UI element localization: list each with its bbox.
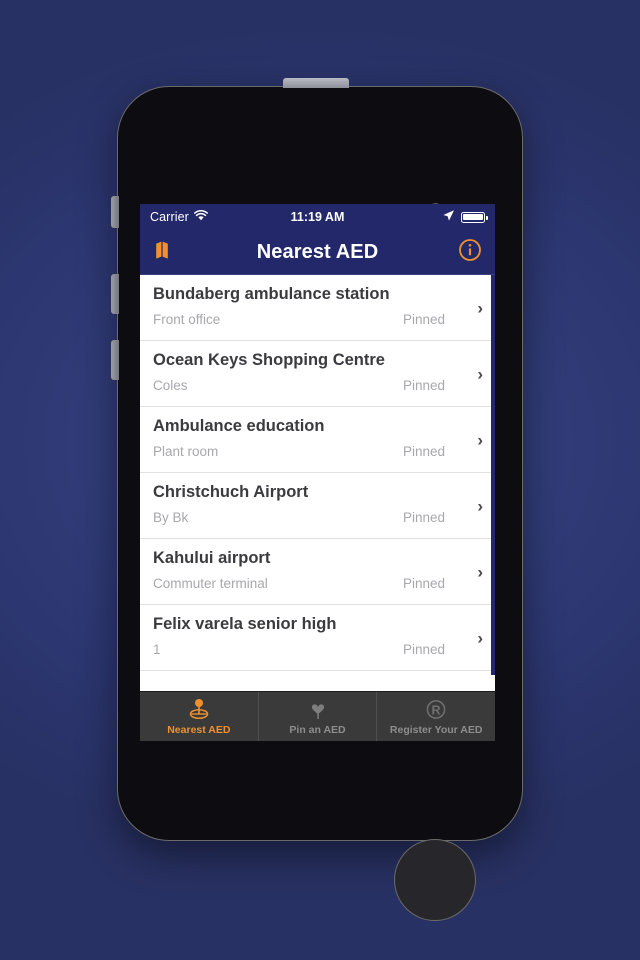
power-button[interactable]	[283, 78, 349, 88]
table-row[interactable]: Felix varela senior high 1 Pinned ›	[140, 605, 495, 671]
row-status: Pinned	[402, 642, 445, 657]
status-bar-right	[442, 209, 488, 225]
row-status: Pinned	[402, 576, 445, 591]
chevron-right-icon: ›	[477, 298, 483, 317]
svg-text:R: R	[432, 703, 441, 717]
location-arrow-icon	[442, 209, 455, 225]
table-row[interactable]: Ambulance education Plant room Pinned ›	[140, 407, 495, 473]
map-button[interactable]	[153, 239, 175, 266]
tab-bar: Nearest AED Pin an AED R Register Your A…	[140, 691, 495, 741]
volume-up-button[interactable]	[111, 274, 119, 314]
row-status: Pinned	[402, 510, 445, 525]
row-subtitle: 1	[153, 642, 161, 657]
status-bar-left: Carrier	[150, 210, 208, 224]
row-title: Kahului airport	[153, 549, 271, 567]
row-subtitle: Plant room	[153, 444, 219, 459]
tab-label: Register Your AED	[389, 723, 483, 736]
row-subtitle: Front office	[153, 312, 221, 327]
tab-register-your-aed[interactable]: R Register Your AED	[377, 692, 495, 741]
aed-list[interactable]: Bundaberg ambulance station Front office…	[140, 275, 495, 675]
row-title: Christchuch Airport	[153, 483, 309, 501]
table-row[interactable]: Kahului airport Commuter terminal Pinned…	[140, 539, 495, 605]
row-subline: By Bk Pinned	[153, 510, 465, 525]
registered-r-icon: R	[424, 698, 448, 722]
heart-pin-icon	[306, 698, 330, 722]
carrier-label: Carrier	[150, 210, 189, 224]
scrollbar[interactable]	[491, 275, 495, 675]
row-title: Bundaberg ambulance station	[153, 285, 390, 303]
row-subline: Plant room Pinned	[153, 444, 465, 459]
row-status: Pinned	[402, 378, 445, 393]
phone-screen: Carrier 11:19 AM Nearest AED Bundaberg a…	[140, 204, 495, 741]
tab-label: Pin an AED	[289, 723, 346, 736]
chevron-right-icon: ›	[477, 628, 483, 647]
row-title: Ocean Keys Shopping Centre	[153, 351, 385, 369]
table-row[interactable]: Christchuch Airport By Bk Pinned ›	[140, 473, 495, 539]
row-title: Ambulance education	[153, 417, 325, 435]
table-row[interactable]: Ocean Keys Shopping Centre Coles Pinned …	[140, 341, 495, 407]
chevron-right-icon: ›	[477, 562, 483, 581]
row-subline: Coles Pinned	[153, 378, 465, 393]
volume-down-button[interactable]	[111, 340, 119, 380]
row-subtitle: Coles	[153, 378, 188, 393]
battery-full-icon	[461, 211, 488, 223]
row-subline: Front office Pinned	[153, 312, 465, 327]
wifi-icon	[193, 210, 208, 224]
info-button[interactable]	[458, 238, 482, 267]
row-subtitle: By Bk	[153, 510, 189, 525]
row-title: Felix varela senior high	[153, 615, 337, 633]
page-title: Nearest AED	[256, 240, 379, 263]
info-circle-icon	[458, 238, 482, 267]
row-subline: 1 Pinned	[153, 642, 465, 657]
status-bar: Carrier 11:19 AM	[140, 204, 495, 230]
table-row[interactable]: Bundaberg ambulance station Front office…	[140, 275, 495, 341]
navigation-bar: Nearest AED	[140, 230, 495, 275]
chevron-right-icon: ›	[477, 364, 483, 383]
row-status: Pinned	[402, 444, 445, 459]
row-status: Pinned	[402, 312, 445, 327]
chevron-right-icon: ›	[477, 430, 483, 449]
row-subtitle: Commuter terminal	[153, 576, 268, 591]
map-icon	[153, 239, 175, 266]
row-subline: Commuter terminal Pinned	[153, 576, 465, 591]
tab-nearest-aed[interactable]: Nearest AED	[140, 692, 259, 741]
tab-label: Nearest AED	[167, 723, 231, 736]
chevron-right-icon: ›	[477, 496, 483, 515]
map-pin-globe-icon	[186, 698, 212, 722]
silent-switch-button[interactable]	[111, 196, 119, 228]
home-button[interactable]	[394, 839, 476, 921]
tab-pin-an-aed[interactable]: Pin an AED	[259, 692, 378, 741]
